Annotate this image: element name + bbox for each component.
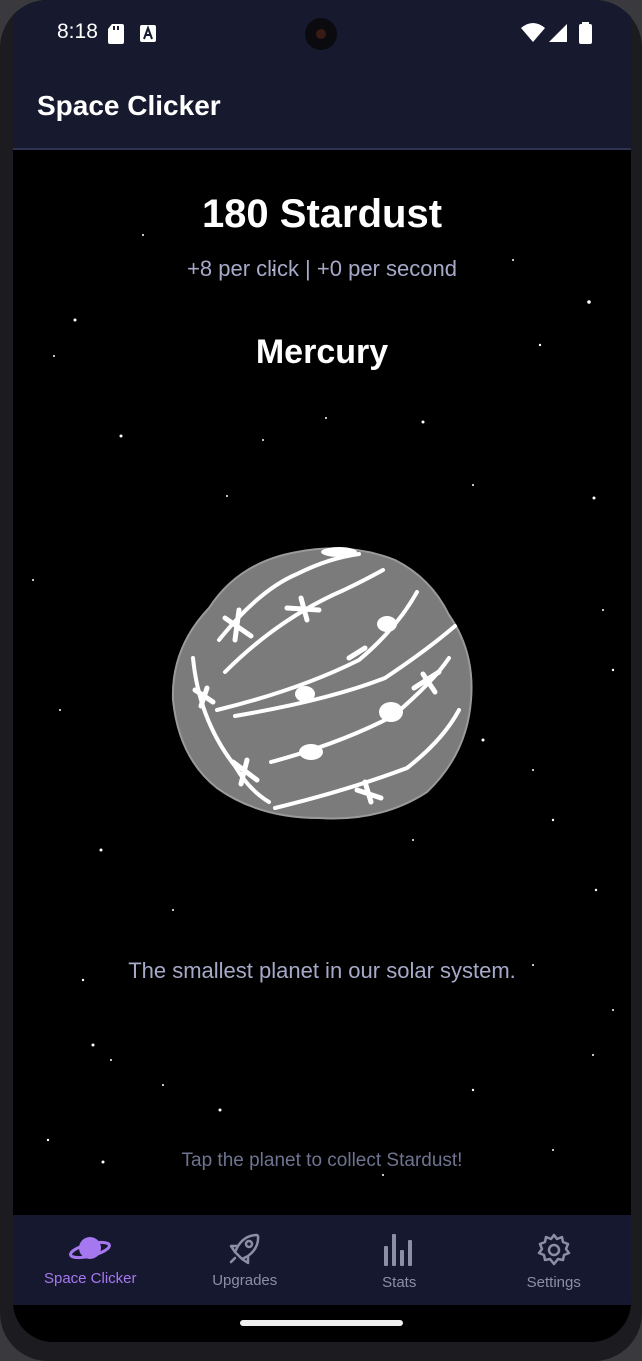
sd-card-icon xyxy=(108,24,124,44)
nav-label-settings: Settings xyxy=(526,1274,581,1291)
phone-frame: 8:18 Space Clicker 180 Stardust +8 per c… xyxy=(0,0,642,1361)
tap-hint: Tap the planet to collect Stardust! xyxy=(181,1150,463,1171)
nav-item-settings[interactable]: Settings xyxy=(477,1215,632,1305)
screen: 8:18 Space Clicker 180 Stardust +8 per c… xyxy=(13,0,631,1342)
bar-chart-icon xyxy=(384,1234,413,1266)
accessibility-notification-icon xyxy=(140,25,156,42)
nav-item-upgrades[interactable]: Upgrades xyxy=(168,1215,323,1305)
nav-label-upgrades: Upgrades xyxy=(212,1272,278,1289)
nav-item-space-clicker[interactable]: Space Clicker xyxy=(13,1215,168,1305)
planet-description: The smallest planet in our solar system. xyxy=(128,958,516,983)
home-indicator[interactable] xyxy=(240,1320,403,1326)
status-icons xyxy=(521,22,592,44)
app-title: Space Clicker xyxy=(37,90,221,121)
planet-mercury-button[interactable] xyxy=(169,540,479,825)
signal-icon xyxy=(549,24,567,42)
nav-label-space-clicker: Space Clicker xyxy=(43,1270,137,1287)
nav-label-stats: Stats xyxy=(382,1274,417,1291)
planet-icon xyxy=(69,1237,112,1260)
stardust-counter: 180 Stardust xyxy=(201,192,443,236)
status-time: 8:18 xyxy=(57,20,98,43)
bottom-navigation: Space Clicker Upgrades Stats Settings xyxy=(13,1215,631,1305)
battery-icon xyxy=(579,22,592,44)
rocket-icon xyxy=(229,1233,260,1265)
planet-name: Mercury xyxy=(255,333,389,371)
top-app-bar: 8:18 Space Clicker xyxy=(13,0,631,150)
front-camera xyxy=(305,18,337,50)
stardust-rates: +8 per click | +0 per second xyxy=(187,256,457,281)
nav-item-stats[interactable]: Stats xyxy=(322,1215,477,1305)
wifi-icon xyxy=(521,23,545,42)
gear-icon xyxy=(537,1233,570,1266)
